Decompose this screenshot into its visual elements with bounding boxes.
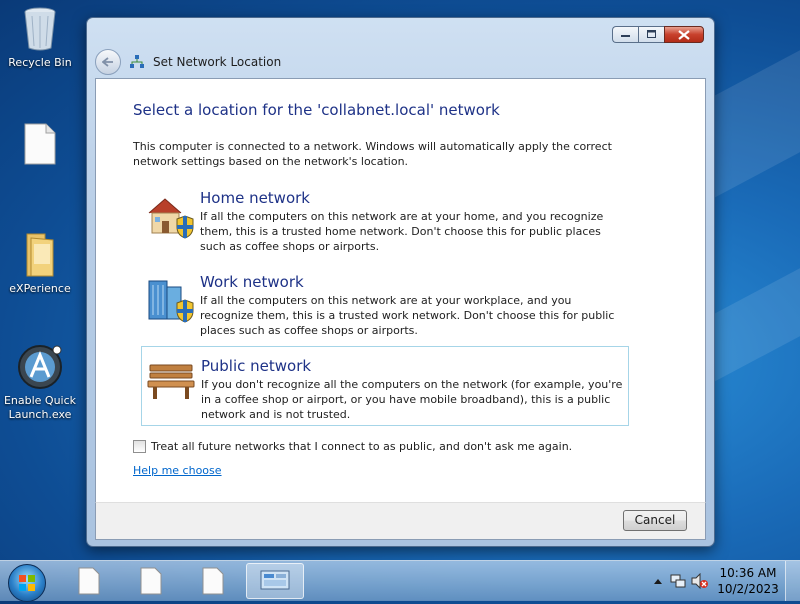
desktop-icon-blank-file[interactable] <box>0 123 80 169</box>
taskbar-item-file-3[interactable] <box>186 563 240 599</box>
dialog-footer: Cancel <box>95 502 706 540</box>
show-hidden-icons-button[interactable] <box>649 578 667 584</box>
work-network-icon <box>145 275 195 325</box>
maximize-button[interactable] <box>638 26 664 43</box>
network-settings-icon <box>260 570 290 590</box>
blank-file-icon <box>202 567 224 595</box>
option-description: If all the computers on this network are… <box>200 294 615 337</box>
quick-launch-app-icon <box>17 344 63 390</box>
cancel-button[interactable]: Cancel <box>623 510 687 531</box>
clock-time: 10:36 AM <box>719 566 777 580</box>
intro-text: This computer is connected to a network.… <box>133 140 612 168</box>
taskbar: 10:36 AM 10/2/2023 <box>0 560 800 602</box>
window-title: Set Network Location <box>129 54 281 70</box>
option-work-network[interactable]: Work network If all the computers on thi… <box>141 271 627 343</box>
desktop-icon-label: Enable Quick <box>3 394 77 407</box>
back-arrow-icon <box>102 57 113 67</box>
treat-as-public-row[interactable]: Treat all future networks that I connect… <box>133 440 572 453</box>
taskbar-item-file-1[interactable] <box>62 563 116 599</box>
blank-file-icon <box>140 567 162 595</box>
option-home-network[interactable]: Home network If all the computers on thi… <box>141 187 627 259</box>
window-title-text: Set Network Location <box>153 55 282 69</box>
system-tray: 10:36 AM 10/2/2023 <box>649 561 800 601</box>
close-button[interactable] <box>664 26 704 43</box>
desktop-icon-experience[interactable]: eXPerience <box>0 232 80 296</box>
option-title: Work network <box>200 273 304 291</box>
page-title: Select a location for the 'collabnet.loc… <box>133 101 500 119</box>
blank-file-icon <box>24 123 56 165</box>
volume-muted-icon[interactable] <box>689 573 711 589</box>
show-desktop-button[interactable] <box>785 561 800 601</box>
navigation-bar: Set Network Location <box>95 48 281 76</box>
start-button[interactable] <box>8 564 46 602</box>
clock-date: 10/2/2023 <box>717 582 779 596</box>
treat-as-public-checkbox[interactable] <box>133 440 146 453</box>
network-tray-icon[interactable] <box>667 573 689 589</box>
desktop-icon-recycle-bin[interactable]: Recycle Bin <box>0 6 80 70</box>
dialog-content: Select a location for the 'collabnet.loc… <box>95 78 706 503</box>
set-network-location-window: Set Network Location Select a location f… <box>86 17 715 547</box>
chevron-up-icon <box>654 579 662 584</box>
windows-logo-icon <box>19 575 35 591</box>
option-public-network[interactable]: Public network If you don't recognize al… <box>141 346 629 426</box>
home-network-icon <box>145 191 195 241</box>
option-description: If you don't recognize all the computers… <box>201 378 623 421</box>
blank-file-icon <box>78 567 100 595</box>
desktop-icon-label: Launch.exe <box>8 408 72 421</box>
desktop-icon-label: Recycle Bin <box>8 56 72 69</box>
desktop-icon-enable-quick-launch[interactable]: Enable Quick Launch.exe <box>0 344 80 422</box>
taskbar-item-set-network-location[interactable] <box>246 563 304 599</box>
option-title: Public network <box>201 357 312 375</box>
public-network-icon <box>146 355 196 405</box>
folder-icon <box>23 232 57 278</box>
option-description: If all the computers on this network are… <box>200 210 604 253</box>
network-icon <box>130 55 144 68</box>
back-button[interactable] <box>95 49 121 75</box>
system-clock[interactable]: 10:36 AM 10/2/2023 <box>711 565 785 597</box>
recycle-bin-icon <box>22 6 58 52</box>
checkbox-label: Treat all future networks that I connect… <box>151 440 573 453</box>
taskbar-item-file-2[interactable] <box>124 563 178 599</box>
help-me-choose-link[interactable]: Help me choose <box>133 464 222 477</box>
desktop-icon-label: eXPerience <box>9 282 71 295</box>
option-title: Home network <box>200 189 310 207</box>
window-controls <box>612 26 704 43</box>
close-icon <box>678 29 690 40</box>
minimize-button[interactable] <box>612 26 638 43</box>
